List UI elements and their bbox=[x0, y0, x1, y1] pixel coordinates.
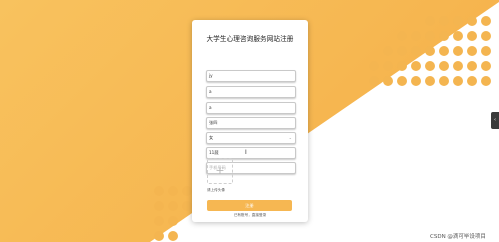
decorative-dot bbox=[439, 31, 449, 41]
decorative-dot bbox=[182, 186, 192, 196]
decorative-dot bbox=[411, 61, 421, 71]
decorative-dot bbox=[397, 61, 407, 71]
register-button[interactable]: 注册 bbox=[207, 200, 292, 211]
decorative-dot bbox=[481, 76, 491, 86]
decorative-dot bbox=[168, 216, 178, 226]
gender-value: 女 bbox=[209, 135, 214, 140]
decorative-dot bbox=[425, 46, 435, 56]
decorative-dot bbox=[481, 16, 491, 26]
side-panel-toggle[interactable]: ‹ bbox=[491, 112, 499, 129]
decorative-dot bbox=[383, 76, 393, 86]
watermark: CSDN @滴可毕设项目 bbox=[430, 234, 486, 240]
decorative-dot bbox=[154, 231, 164, 241]
decorative-dot bbox=[439, 61, 449, 71]
decorative-dot bbox=[154, 186, 164, 196]
decorative-dot bbox=[383, 46, 393, 56]
decorative-dot bbox=[467, 61, 477, 71]
decorative-dot bbox=[453, 76, 463, 86]
decorative-dot bbox=[168, 231, 178, 241]
decorative-dot bbox=[453, 31, 463, 41]
decorative-dot bbox=[154, 201, 164, 211]
decorative-dot bbox=[439, 76, 449, 86]
name-value: 张四 bbox=[209, 120, 218, 125]
username-field[interactable]: jy bbox=[206, 70, 296, 82]
decorative-dot bbox=[182, 201, 192, 211]
register-card: 大学生心理咨询服务网站注册 jy a a 张四 女 ⌄ 11蔬 I 手机号码 +… bbox=[192, 20, 308, 222]
decorative-dot bbox=[467, 31, 477, 41]
name-field[interactable]: 张四 bbox=[206, 117, 296, 129]
decorative-dot bbox=[467, 46, 477, 56]
decorative-dot bbox=[369, 61, 379, 71]
decorative-dot bbox=[397, 76, 407, 86]
decorative-dot bbox=[481, 61, 491, 71]
plus-icon: + bbox=[215, 164, 225, 177]
decorative-dot bbox=[481, 31, 491, 41]
password-value: a bbox=[209, 89, 212, 94]
decorative-dot bbox=[411, 46, 421, 56]
decorative-dot bbox=[425, 76, 435, 86]
decorative-dot bbox=[453, 16, 463, 26]
decorative-dot bbox=[481, 46, 491, 56]
decorative-dot bbox=[411, 31, 421, 41]
password-field[interactable]: a bbox=[206, 86, 296, 98]
decorative-dot bbox=[425, 61, 435, 71]
decorative-dot bbox=[411, 76, 421, 86]
decorative-dot bbox=[453, 46, 463, 56]
age-value: 11蔬 bbox=[209, 150, 219, 155]
chevron-down-icon: ⌄ bbox=[288, 135, 292, 140]
upload-label: 请上传头像 bbox=[207, 188, 225, 192]
decorative-dot bbox=[467, 76, 477, 86]
chevron-left-icon: ‹ bbox=[494, 117, 496, 123]
decorative-dot bbox=[467, 16, 477, 26]
decorative-dot bbox=[439, 16, 449, 26]
decorative-dot bbox=[168, 201, 178, 211]
gender-select[interactable]: 女 ⌄ bbox=[206, 132, 296, 144]
decorative-dot bbox=[425, 31, 435, 41]
decorative-dot bbox=[397, 31, 407, 41]
login-link[interactable]: 已有账号，直接登录 bbox=[192, 213, 308, 218]
decorative-dot bbox=[369, 76, 379, 86]
page-title: 大学生心理咨询服务网站注册 bbox=[206, 35, 294, 43]
text-cursor-icon: I bbox=[245, 149, 247, 156]
decorative-dot bbox=[397, 46, 407, 56]
decorative-dot bbox=[168, 186, 178, 196]
avatar-upload-button[interactable]: + bbox=[207, 158, 233, 184]
username-value: jy bbox=[209, 73, 213, 78]
decorative-dot bbox=[383, 61, 393, 71]
decorative-dot bbox=[453, 61, 463, 71]
decorative-dot bbox=[439, 46, 449, 56]
decorative-dot bbox=[425, 16, 435, 26]
decorative-dot bbox=[154, 216, 164, 226]
confirm-password-value: a bbox=[209, 105, 212, 110]
confirm-password-field[interactable]: a bbox=[206, 102, 296, 114]
